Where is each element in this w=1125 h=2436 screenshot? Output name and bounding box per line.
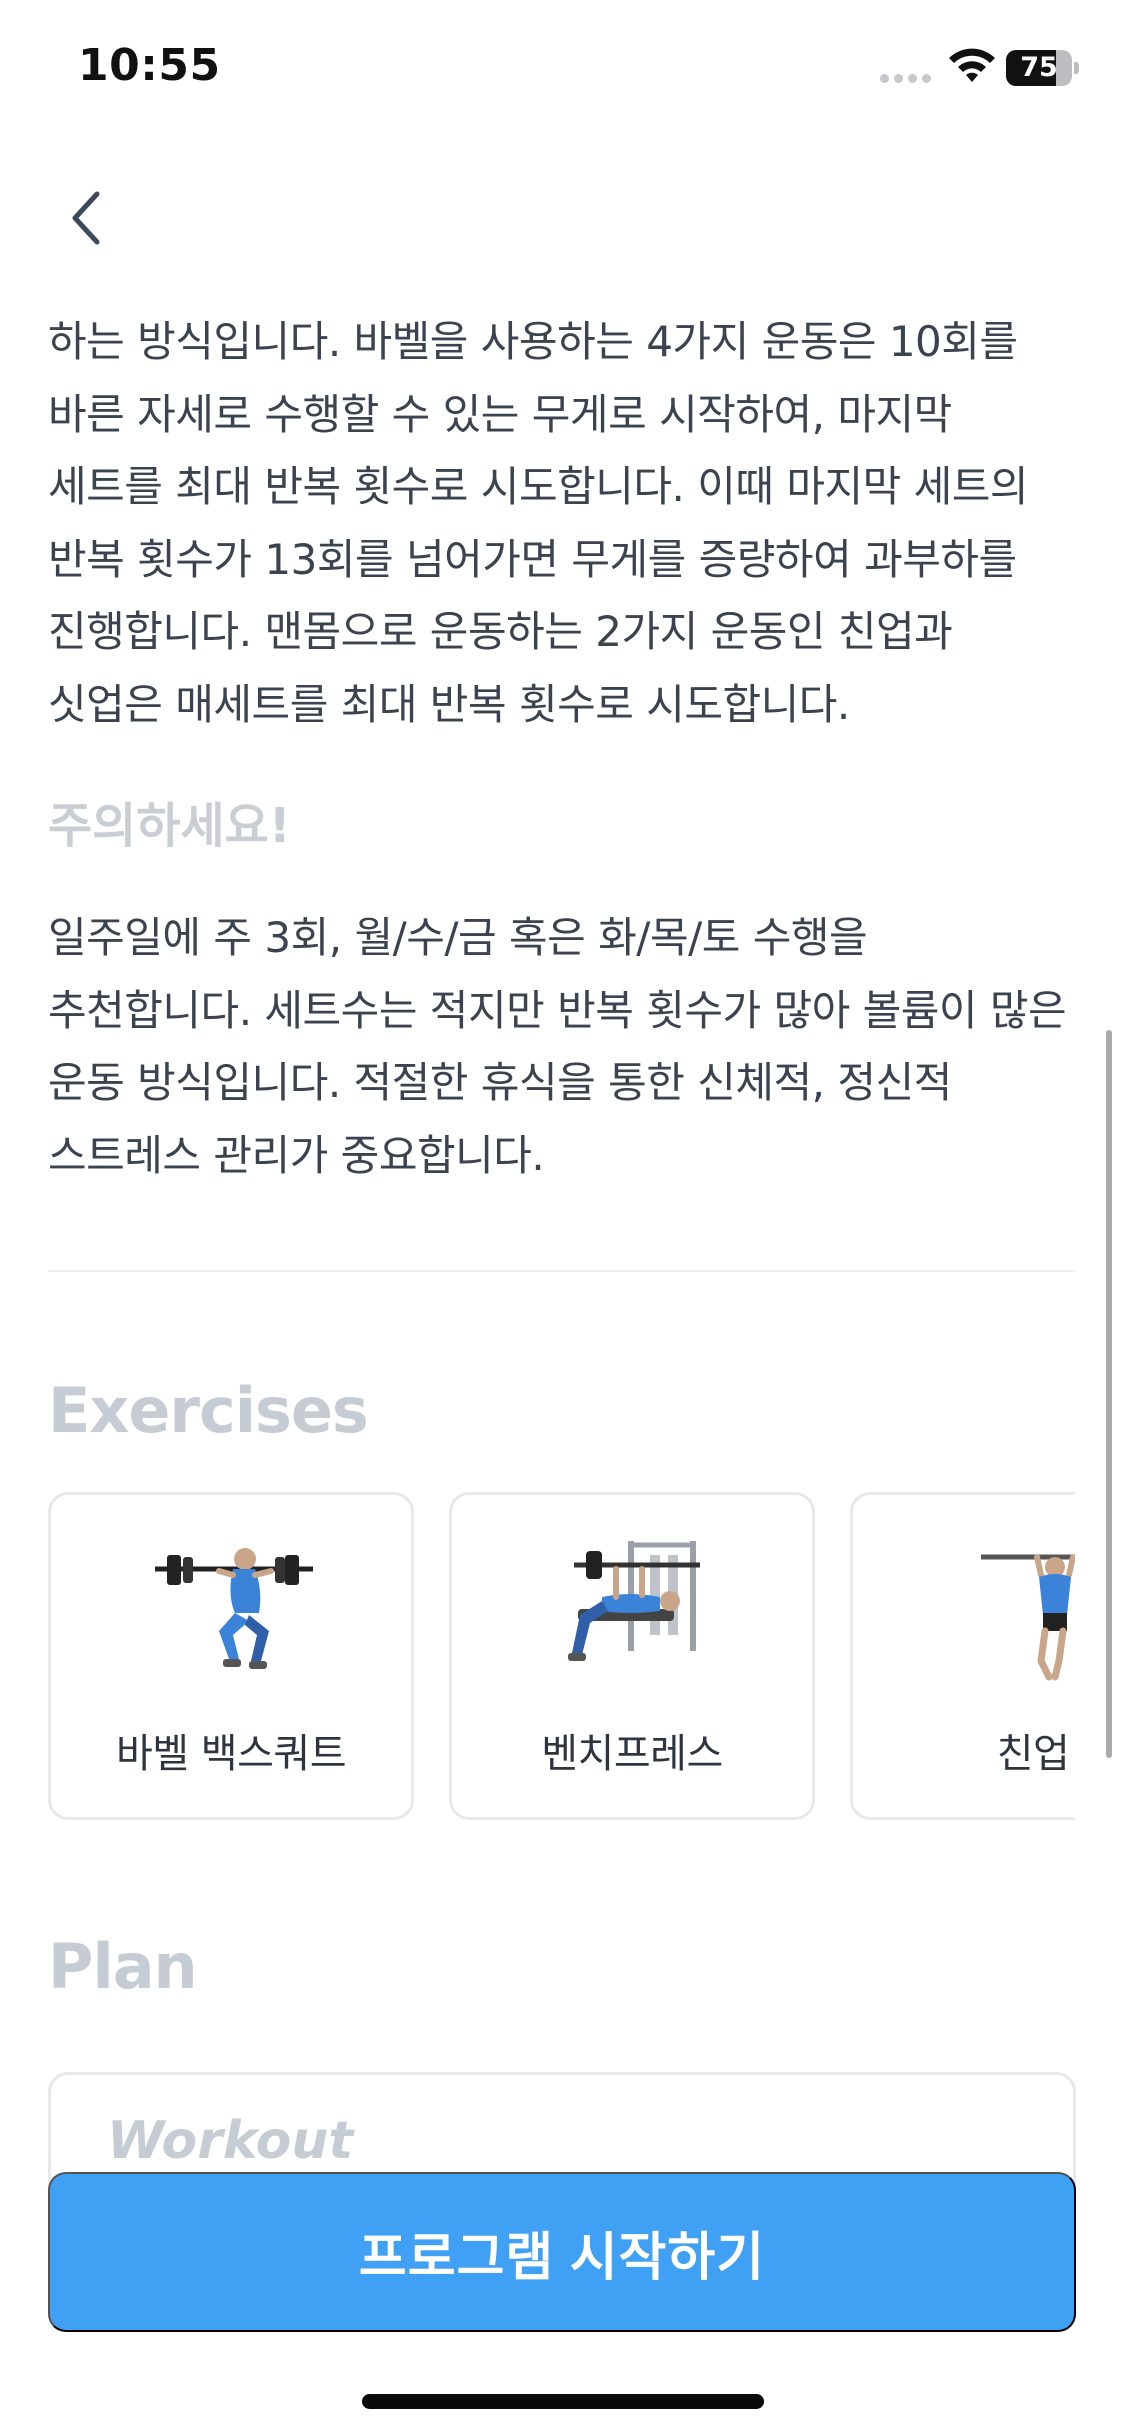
program-description: 하는 방식입니다. 바벨을 사용하는 4가지 운동은 10회를 바른 자세로 수…: [48, 317, 1029, 729]
scroll-indicator[interactable]: [1106, 1030, 1112, 1758]
exercise-label: 친업: [996, 1731, 1070, 1777]
exercises-section-title: Exercises: [48, 1374, 369, 1447]
exercise-card-chin-up[interactable]: 친업: [850, 1492, 1075, 1820]
plan-section-title: Plan: [48, 1930, 198, 2003]
status-bar: 10:55 75: [0, 0, 1125, 140]
exercise-label: 바벨 백스쿼트: [115, 1731, 347, 1777]
battery-level: 75: [1020, 52, 1058, 83]
chevron-left-icon: [72, 191, 100, 245]
exercise-card-bench-press[interactable]: 벤치프레스: [449, 1492, 815, 1820]
wifi-icon: [949, 48, 995, 82]
bench-press-figure: [568, 1541, 700, 1661]
cellular-signal-icon: [880, 74, 932, 84]
home-indicator: [362, 2394, 764, 2409]
section-divider: [48, 1270, 1076, 1272]
chin-up-figure: [981, 1554, 1075, 1681]
exercise-label: 벤치프레스: [541, 1731, 723, 1777]
exercise-card-barbell-back-squat[interactable]: 바벨 백스쿼트: [48, 1492, 414, 1820]
barbell-back-squat-figure: [155, 1548, 313, 1669]
start-program-button[interactable]: 프로그램 시작하기: [48, 2172, 1076, 2332]
back-button[interactable]: [50, 178, 120, 258]
status-time: 10:55: [78, 40, 221, 91]
warning-heading: 주의하세요!: [48, 798, 291, 854]
exercise-carousel[interactable]: 바벨 백스쿼트 벤치프레스 친업: [48, 1492, 1075, 1820]
plan-card-title: Workout: [107, 2111, 354, 2171]
warning-description: 일주일에 주 3회, 월/수/금 혹은 화/목/토 수행을 추천합니다. 세트수…: [48, 913, 1067, 1180]
battery-icon: 75: [1006, 50, 1079, 86]
